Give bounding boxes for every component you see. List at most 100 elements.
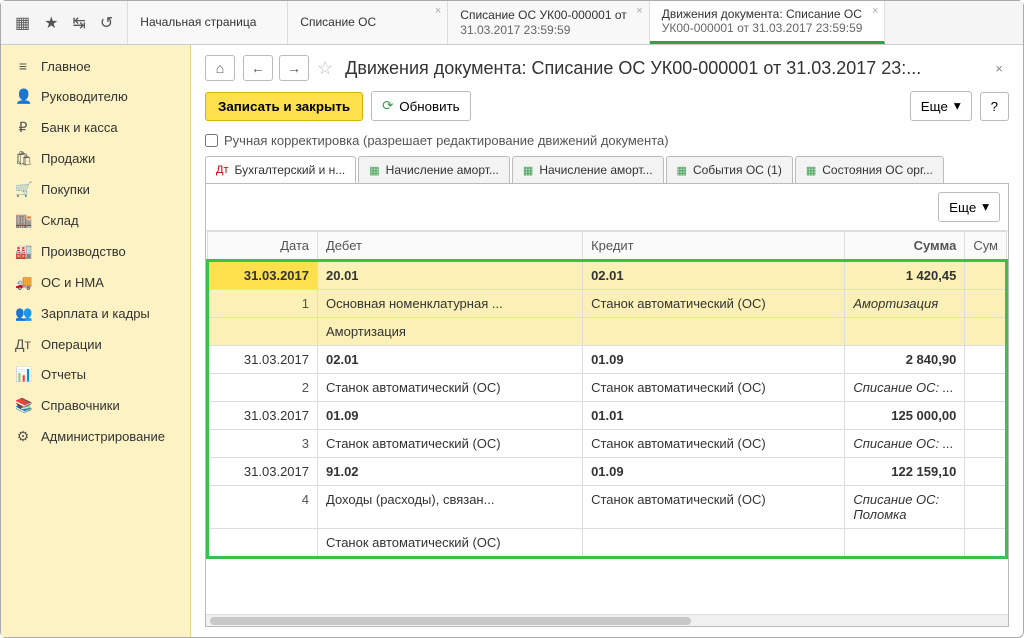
sidebar-item-label: Справочники [41,398,120,413]
sidebar-item-assets[interactable]: 🚚ОС и НМА [1,267,190,298]
table-icon: ▦ [806,164,816,177]
history-icon[interactable]: ↺ [100,13,113,33]
cell-empty [583,529,845,558]
cell-extra [965,529,1007,558]
scroll-thumb[interactable] [210,617,691,625]
tab-label: Списание ОС УК00-000001 от [460,8,626,22]
cell-extra [965,346,1007,374]
col-credit[interactable]: Кредит [583,232,845,261]
sidebar-item-bank[interactable]: ₽Банк и касса [1,112,190,143]
cell-extra [965,261,1007,290]
more-button[interactable]: Еще ▾ [910,91,972,121]
cell-credit-sub: Станок автоматический (ОС) [583,374,845,402]
favorite-icon[interactable]: ☆ [317,58,333,79]
inner-tab-bar: ДтБухгалтерский и н... ▦Начисление аморт… [191,156,1023,183]
cell-debit-sub2: Станок автоматический (ОС) [318,529,583,558]
horizontal-scrollbar[interactable] [206,614,1008,626]
help-button[interactable]: ? [980,92,1009,121]
tab-writeoff-doc[interactable]: Списание ОС УК00-000001 от 31.03.2017 23… [448,1,649,44]
cell-date: 31.03.2017 [208,346,318,374]
cell-rownum: 4 [208,486,318,529]
tab-writeoff[interactable]: Списание ОС × [288,1,448,44]
table-row[interactable]: 1 Основная номенклатурная ... Станок авт… [208,290,1007,318]
close-icon[interactable]: × [989,61,1009,76]
sidebar-item-purchases[interactable]: 🛒Покупки [1,174,190,205]
close-icon[interactable]: × [636,5,642,18]
inner-tab-events[interactable]: ▦События ОС (1) [666,156,793,183]
cell-credit-sub: Станок автоматический (ОС) [583,290,845,318]
table-row[interactable]: 3 Станок автоматический (ОС) Станок авто… [208,430,1007,458]
table-more-button[interactable]: Еще ▾ [938,192,1000,222]
bag-icon: 🛍 [15,150,31,167]
sidebar-item-operations[interactable]: ДтОперации [1,329,190,359]
dtkt-icon: Дт [216,164,229,176]
inner-tab-states[interactable]: ▦Состояния ОС орг... [795,156,944,183]
cell-sum: 122 159,10 [845,458,965,486]
table-row[interactable]: 31.03.2017 02.01 01.09 2 840,90 [208,346,1007,374]
cell-extra [965,486,1007,529]
sidebar-item-hr[interactable]: 👥Зарплата и кадры [1,298,190,329]
chevron-down-icon: ▾ [954,98,961,114]
table-row[interactable]: 4 Доходы (расходы), связан... Станок авт… [208,486,1007,529]
inner-tab-label: События ОС (1) [693,163,782,177]
inner-tab-depr2[interactable]: ▦Начисление аморт... [512,156,664,183]
apps-icon[interactable]: ▦ [15,13,30,33]
tab-label: Движения документа: Списание ОС [662,7,863,21]
table-row[interactable]: 31.03.2017 91.02 01.09 122 159,10 [208,458,1007,486]
inner-tab-label: Начисление аморт... [386,163,499,177]
inner-tab-depr1[interactable]: ▦Начисление аморт... [358,156,510,183]
close-icon[interactable]: × [872,5,878,18]
sidebar-item-production[interactable]: 🏭Производство [1,236,190,267]
books-icon: 📚 [15,397,31,414]
col-date[interactable]: Дата [208,232,318,261]
chevron-down-icon: ▾ [982,199,989,215]
manual-edit-checkbox[interactable] [205,134,218,147]
cell-empty [845,529,965,558]
cell-debit-sub2: Амортизация [318,318,583,346]
col-debit[interactable]: Дебет [318,232,583,261]
cell-debit-sub: Основная номенклатурная ... [318,290,583,318]
cell-comment: Списание ОС: ... [845,430,965,458]
table-row[interactable]: Станок автоматический (ОС) [208,529,1007,558]
chart-icon: 📊 [15,366,31,383]
back-button[interactable]: ← [243,55,273,81]
inner-tab-accounting[interactable]: ДтБухгалтерский и н... [205,156,356,183]
cell-debit-acc: 02.01 [318,346,583,374]
refresh-label: Обновить [399,99,459,114]
sidebar-item-main[interactable]: ≡Главное [1,51,190,81]
manual-edit-label: Ручная корректировка (разрешает редактир… [224,133,669,148]
sidebar-item-warehouse[interactable]: 🏬Склад [1,205,190,236]
save-and-close-button[interactable]: Записать и закрыть [205,92,363,121]
manual-edit-checkbox-row[interactable]: Ручная корректировка (разрешает редактир… [191,129,1023,156]
star-icon[interactable]: ★ [44,13,58,33]
tab-home[interactable]: Начальная страница [128,1,288,44]
refresh-icon: ⟳ [382,98,393,114]
sidebar-item-label: Продажи [41,151,95,166]
sidebar-item-sales[interactable]: 🛍 Продажи [1,143,190,174]
table-scroll[interactable]: Дата Дебет Кредит Сумма Сум 31.03.2017 2… [206,230,1008,614]
forward-button[interactable]: → [279,55,309,81]
table-row[interactable]: Амортизация [208,318,1007,346]
table-row[interactable]: 2 Станок автоматический (ОС) Станок авто… [208,374,1007,402]
sidebar-item-admin[interactable]: ⚙Администрирование [1,421,190,452]
cell-empty [208,529,318,558]
sidebar: ≡Главное 👤Руководителю ₽Банк и касса 🛍 Пр… [1,45,191,637]
dtkt-icon: Дт [15,336,31,352]
cell-credit-sub: Станок автоматический (ОС) [583,486,845,529]
sidebar-item-catalogs[interactable]: 📚 Справочники [1,390,190,421]
cell-empty [208,318,318,346]
home-button[interactable]: ⌂ [205,55,235,81]
cell-credit-sub: Станок автоматический (ОС) [583,430,845,458]
sidebar-item-manager[interactable]: 👤Руководителю [1,81,190,112]
refresh-button[interactable]: ⟳ Обновить [371,91,471,121]
table-more-label: Еще [949,200,976,215]
close-icon[interactable]: × [435,5,441,18]
sidebar-item-reports[interactable]: 📊Отчеты [1,359,190,390]
tab-movements[interactable]: Движения документа: Списание ОС УК00-000… [650,1,886,44]
col-extra[interactable]: Сум [965,232,1007,261]
table-row[interactable]: 31.03.2017 20.01 02.01 1 420,45 [208,261,1007,290]
table-row[interactable]: 31.03.2017 01.09 01.01 125 000,00 [208,402,1007,430]
more-label: Еще [921,99,948,114]
col-sum[interactable]: Сумма [845,232,965,261]
swap-icon[interactable]: ↹ [72,13,85,33]
